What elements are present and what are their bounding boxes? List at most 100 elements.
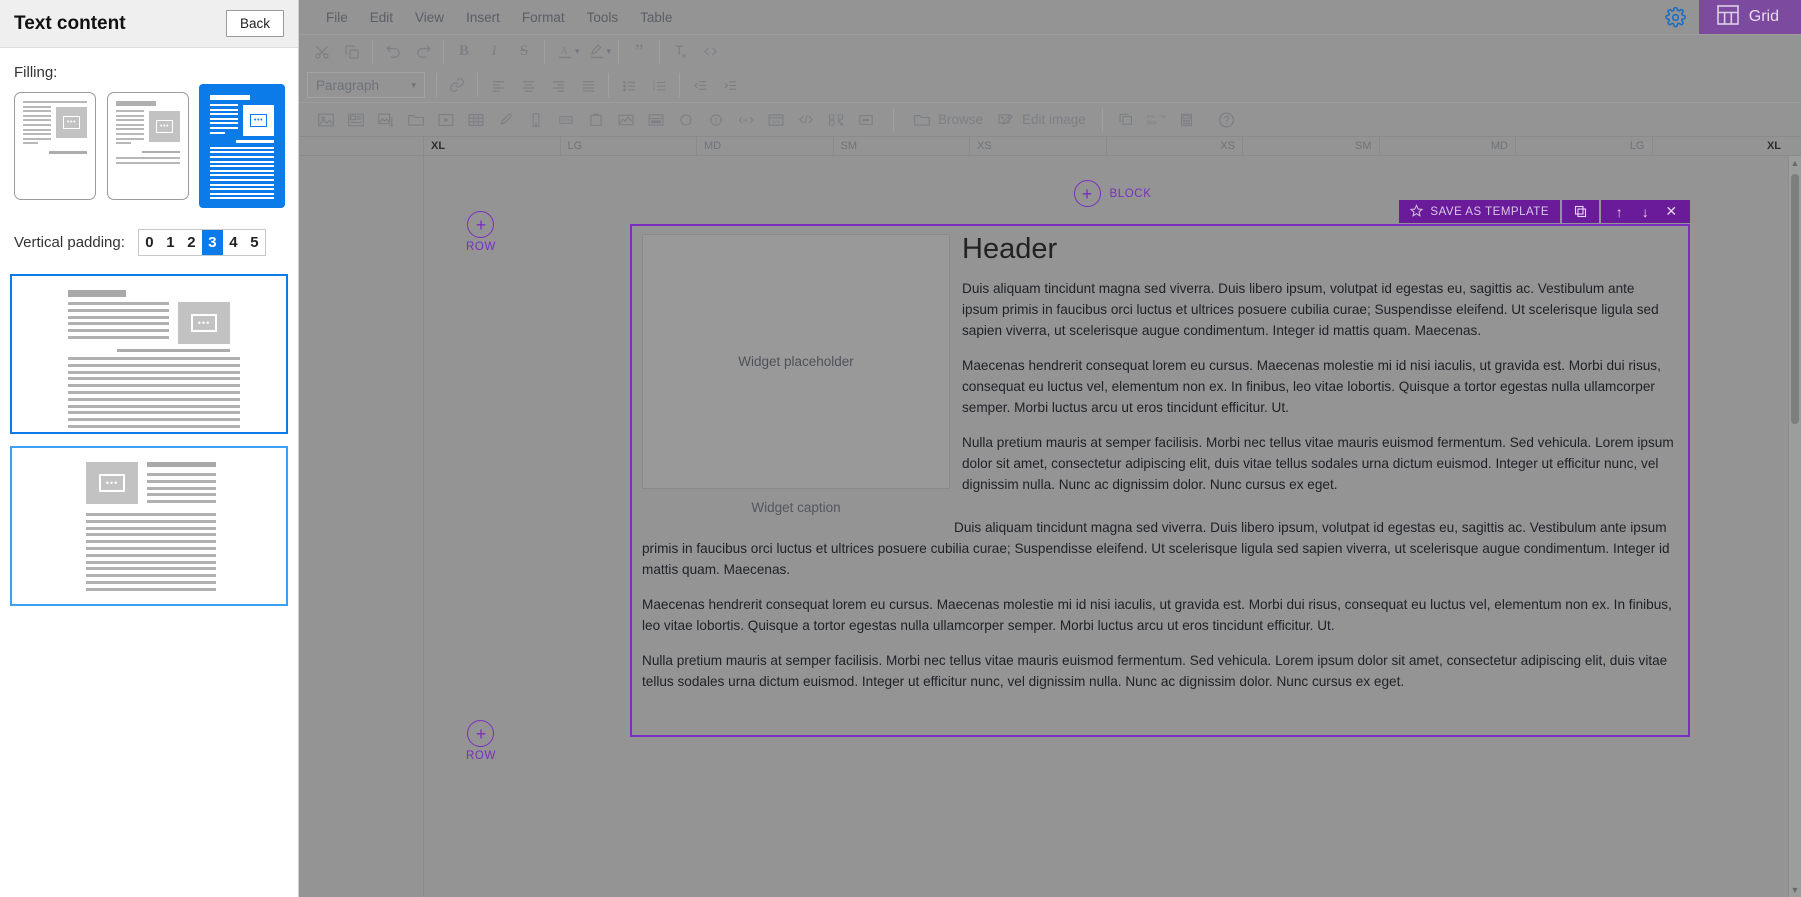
bullet-list-icon[interactable] (614, 71, 644, 99)
clear-formatting-icon[interactable] (665, 38, 695, 66)
color-picker-icon[interactable] (491, 106, 521, 134)
ruler-segment-lg-right[interactable]: LG (1515, 137, 1652, 155)
ruler-segment-sm-left[interactable]: SM (832, 137, 970, 155)
strikethrough-icon[interactable]: S (509, 38, 539, 66)
content-paragraph-2[interactable]: Maecenas hendrerit consequat lorem eu cu… (962, 355, 1674, 418)
menu-table[interactable]: Table (629, 6, 683, 29)
content-full-paragraph-1[interactable]: Duis aliquam tincidunt magna sed viverra… (642, 517, 1674, 580)
help-icon[interactable] (1212, 106, 1242, 134)
ruler-segment-sm-right[interactable]: SM (1242, 137, 1379, 155)
layout-icon[interactable] (641, 106, 671, 134)
image-stack-icon[interactable] (371, 106, 401, 134)
grid-button[interactable]: Grid (1698, 0, 1801, 34)
add-row-button-bottom[interactable]: + ROW (466, 720, 496, 762)
circle-icon[interactable] (671, 106, 701, 134)
code-icon[interactable] (791, 106, 821, 134)
chart-icon[interactable] (611, 106, 641, 134)
duplicate-icon[interactable] (1112, 106, 1142, 134)
align-right-icon[interactable] (543, 71, 573, 99)
button-icon[interactable]: BTN (551, 106, 581, 134)
content-paragraph-1[interactable]: Duis aliquam tincidunt magna sed viverra… (962, 278, 1674, 341)
ruler-segment-lg-left[interactable]: LG (559, 137, 697, 155)
content-full-paragraph-3[interactable]: Nulla pretium mauris at semper facilisis… (642, 650, 1674, 692)
menu-tools[interactable]: Tools (576, 6, 630, 29)
scroll-up-arrow-icon[interactable]: ▲ (1789, 156, 1801, 170)
widget-caption[interactable]: Widget caption (642, 500, 950, 515)
ruler-segment-md-right[interactable]: MD (1378, 137, 1516, 155)
browse-button[interactable]: Browse (906, 106, 990, 134)
image-icon[interactable] (311, 106, 341, 134)
indent-icon[interactable] (715, 71, 745, 99)
content-heading[interactable]: Header (962, 233, 1674, 266)
embed-icon[interactable]: </> (761, 106, 791, 134)
preview-thumbnail-1[interactable]: ••• (10, 274, 288, 434)
highlight-color-icon[interactable] (582, 38, 612, 66)
numbered-list-icon[interactable]: 123 (644, 71, 674, 99)
filling-option-heading-text-image[interactable]: ••• (107, 92, 189, 200)
blockquote-icon[interactable]: ” (624, 38, 654, 66)
italic-icon[interactable]: I (479, 38, 509, 66)
video-icon[interactable] (431, 106, 461, 134)
add-row-button-top[interactable]: + ROW (466, 211, 496, 253)
ruler-segment-xs-right[interactable]: XS (1105, 137, 1243, 155)
save-as-template-button[interactable]: SAVE AS TEMPLATE (1399, 200, 1560, 223)
content-full-paragraph-2[interactable]: Maecenas hendrerit consequat lorem eu cu… (642, 594, 1674, 636)
preview-thumbnail-2[interactable]: ••• (10, 446, 288, 606)
text-color-icon[interactable]: A (550, 38, 580, 66)
redo-icon[interactable] (408, 38, 438, 66)
menu-view[interactable]: View (404, 6, 455, 29)
link-icon[interactable] (442, 71, 472, 99)
align-center-icon[interactable] (513, 71, 543, 99)
env-mode-icon[interactable]: env Mde (1142, 106, 1172, 134)
align-left-icon[interactable] (483, 71, 513, 99)
table-icon[interactable] (461, 106, 491, 134)
undo-icon[interactable] (378, 38, 408, 66)
filling-option-text-left-image-right[interactable]: ••• (14, 92, 96, 200)
vertical-padding-option-5[interactable]: 5 (244, 230, 265, 255)
menu-format[interactable]: Format (511, 6, 576, 29)
mobile-icon[interactable] (521, 106, 551, 134)
paragraph-format-select[interactable]: Paragraph ▾ (307, 72, 425, 98)
selected-row[interactable]: SAVE AS TEMPLATE ↑ ↓ ✕ Widget placeholde… (630, 200, 1690, 737)
filling-option-dense-text-image[interactable]: ••• (200, 85, 284, 207)
vertical-padding-option-4[interactable]: 4 (223, 230, 244, 255)
vertical-padding-option-0[interactable]: 0 (139, 230, 160, 255)
qr-code-icon[interactable] (821, 106, 851, 134)
widget-placeholder[interactable]: Widget placeholder (642, 234, 950, 489)
edit-image-button[interactable]: Edit image (990, 106, 1093, 134)
scrollbar-thumb[interactable] (1791, 174, 1799, 424)
scroll-down-arrow-icon[interactable]: ▼ (1789, 883, 1801, 897)
ruler-segment-md-left[interactable]: MD (696, 137, 833, 155)
back-button[interactable]: Back (225, 10, 284, 37)
source-code-icon[interactable] (695, 38, 725, 66)
copy-icon[interactable] (337, 38, 367, 66)
vertical-padding-option-2[interactable]: 2 (181, 230, 202, 255)
vertical-padding-option-3[interactable]: 3 (201, 230, 223, 255)
number-circle-icon[interactable]: 2 (701, 106, 731, 134)
gear-icon[interactable] (1653, 0, 1699, 34)
outdent-icon[interactable] (685, 71, 715, 99)
content-paragraph-3[interactable]: Nulla pretium mauris at semper facilisis… (962, 432, 1674, 495)
ruler-segment-xs-left[interactable]: XS (969, 137, 1106, 155)
bold-icon[interactable]: B (449, 38, 479, 66)
canvas-scrollbar[interactable]: ▲ ▼ (1788, 156, 1801, 897)
ruler-segment-xl-right[interactable]: XL (1651, 137, 1789, 155)
cut-icon[interactable] (307, 38, 337, 66)
clipboard-icon[interactable] (581, 106, 611, 134)
image-gallery-icon[interactable] (341, 106, 371, 134)
arrow-up-icon[interactable]: ↑ (1607, 204, 1632, 220)
align-justify-icon[interactable] (573, 71, 603, 99)
ruler-segment-xl-left[interactable]: XL (423, 137, 560, 155)
menu-edit[interactable]: Edit (359, 6, 404, 29)
menu-insert[interactable]: Insert (455, 6, 511, 29)
add-block-button[interactable]: + BLOCK (1073, 180, 1152, 207)
more-icon[interactable] (851, 106, 881, 134)
calculator-icon[interactable] (1172, 106, 1202, 134)
close-icon[interactable]: ✕ (1659, 203, 1684, 220)
duplicate-icon[interactable] (1568, 204, 1593, 219)
html-tag-icon[interactable]: H (731, 106, 761, 134)
folder-icon[interactable] (401, 106, 431, 134)
arrow-down-icon[interactable]: ↓ (1633, 204, 1658, 220)
menu-file[interactable]: File (315, 6, 359, 29)
vertical-padding-option-1[interactable]: 1 (160, 230, 181, 255)
